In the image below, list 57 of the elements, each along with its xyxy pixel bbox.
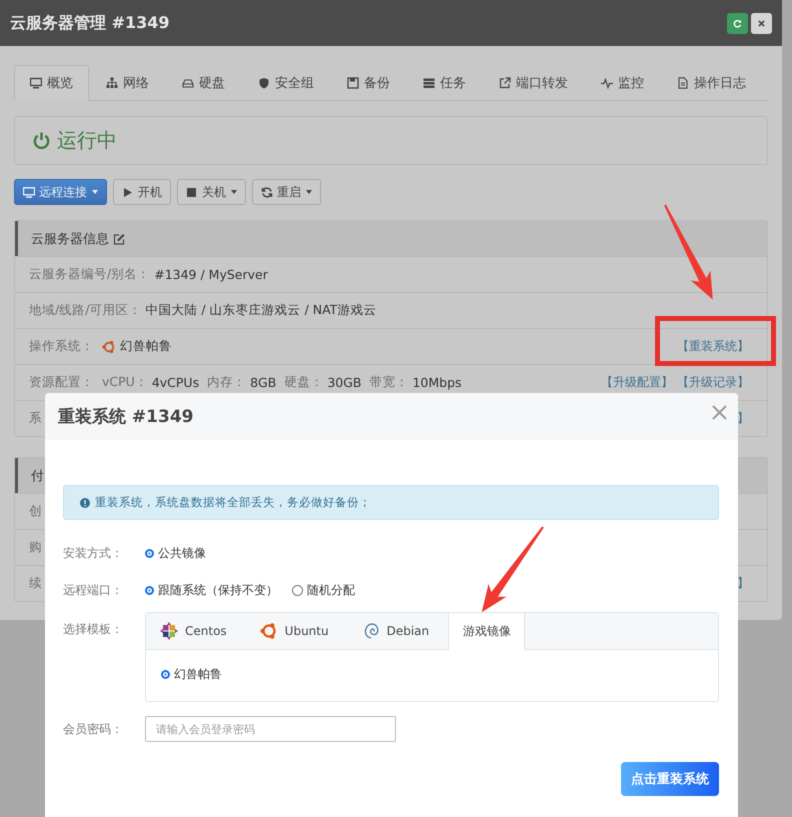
- field-label: 带宽：: [369, 374, 408, 391]
- link[interactable]: 】: [737, 575, 749, 592]
- link[interactable]: 【升级记录】: [677, 374, 749, 391]
- field-value: 幻兽帕鲁: [120, 338, 172, 355]
- field-label: 续: [29, 575, 42, 592]
- radio-option[interactable]: 幻兽帕鲁: [161, 666, 703, 683]
- field-label: vCPU：: [102, 374, 148, 391]
- tab[interactable]: 概览: [14, 65, 89, 101]
- field-label: 安装方式：: [63, 545, 124, 562]
- panel-title: 付: [31, 468, 44, 484]
- action-button[interactable]: 远程连接: [14, 179, 107, 205]
- panel-title: 云服务器信息: [31, 230, 109, 248]
- tab[interactable]: 端口转发: [483, 65, 584, 101]
- action-button[interactable]: 开机: [113, 179, 171, 205]
- field-label: 会员密码：: [63, 720, 124, 738]
- tab[interactable]: 网络: [90, 65, 165, 101]
- field-label: 系: [29, 410, 42, 427]
- window-title: 云服务器管理 #1349: [10, 12, 170, 34]
- field-label: 购: [29, 539, 42, 556]
- tab[interactable]: 硬盘: [166, 65, 241, 101]
- reinstall-button[interactable]: 点击重装系统: [621, 762, 719, 796]
- field-label: 内存：: [207, 374, 246, 391]
- field-label: 选择模板：: [63, 621, 124, 638]
- field-value: 10Mbps: [412, 375, 462, 390]
- tab[interactable]: 操作日志: [661, 65, 762, 101]
- password-field[interactable]: 请输入会员登录密码: [145, 716, 396, 742]
- radio-option[interactable]: 随机分配: [292, 582, 355, 599]
- template-tab[interactable]: Centos: [146, 613, 240, 649]
- link[interactable]: 【升级配置】: [601, 374, 673, 391]
- field-value: 中国大陆 / 山东枣庄游戏云 / NAT游戏云: [145, 302, 376, 319]
- field-label: 资源配置：: [29, 374, 94, 391]
- tab[interactable]: 监控: [585, 65, 660, 101]
- dialog-title: 重装系统 #1349: [58, 406, 194, 428]
- field-label: 硬盘：: [284, 374, 324, 391]
- template-tab[interactable]: Ubuntu: [246, 613, 342, 649]
- field-label: 云服务器编号/别名：: [29, 266, 150, 283]
- link[interactable]: 】: [737, 410, 749, 427]
- field-label: 远程端口：: [63, 582, 124, 599]
- field-label: 地域/线路/可用区：: [29, 302, 142, 319]
- tab[interactable]: 安全组: [242, 65, 330, 101]
- action-button[interactable]: 重启: [252, 179, 321, 205]
- status-text: 运行中: [57, 127, 117, 154]
- field-label: 操作系统：: [29, 338, 94, 355]
- tab[interactable]: 备份: [331, 65, 406, 101]
- field-value: #1349 / MyServer: [154, 267, 268, 282]
- template-tab[interactable]: 游戏镜像: [448, 613, 526, 650]
- field-value: 8GB: [250, 375, 276, 390]
- field-value: 30GB: [327, 375, 362, 390]
- link[interactable]: 【重装系统】: [677, 338, 749, 355]
- radio-option[interactable]: 公共镜像: [145, 545, 206, 562]
- tab[interactable]: 任务: [407, 65, 482, 101]
- field-label: 创: [29, 503, 42, 520]
- action-button[interactable]: 关机: [177, 179, 246, 205]
- template-tab[interactable]: Debian: [348, 613, 442, 649]
- warning-text: 重装系统，系统盘数据将全部丢失，务必做好备份；: [95, 495, 371, 510]
- field-value: 4vCPUs: [152, 375, 200, 390]
- radio-option[interactable]: 跟随系统（保持不变）: [145, 582, 278, 599]
